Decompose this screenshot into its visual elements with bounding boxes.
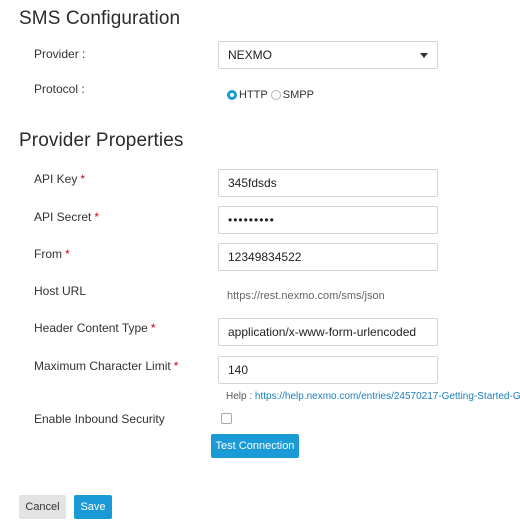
required-marker: * <box>150 321 156 335</box>
help-prefix: Help : <box>226 391 255 402</box>
api-key-label-text: API Key <box>34 172 78 186</box>
radio-smpp[interactable] <box>270 90 281 100</box>
radio-smpp-label: SMPP <box>282 89 314 101</box>
provider-select[interactable]: NEXMO <box>218 41 438 69</box>
chevron-down-icon <box>420 53 428 58</box>
cancel-button[interactable]: Cancel <box>19 495 66 519</box>
protocol-radio-group: HTTP SMPP <box>227 89 314 101</box>
api-key-label: API Key * <box>34 172 85 186</box>
from-label: From * <box>34 247 70 261</box>
required-marker: * <box>173 359 179 373</box>
help-text: Help : https://help.nexmo.com/entries/24… <box>226 391 520 402</box>
from-label-text: From <box>34 247 62 261</box>
protocol-label: Protocol : <box>34 82 85 96</box>
host-url-value: https://rest.nexmo.com/sms/json <box>227 290 385 302</box>
header-content-type-input[interactable] <box>218 318 438 346</box>
provider-properties-title: Provider Properties <box>19 130 184 151</box>
required-marker: * <box>80 172 86 186</box>
header-content-type-label: Header Content Type * <box>34 321 156 335</box>
test-connection-button[interactable]: Test Connection <box>211 434 299 458</box>
provider-label: Provider : <box>34 47 86 61</box>
api-secret-label-text: API Secret <box>34 210 92 224</box>
api-key-input[interactable] <box>218 169 438 197</box>
enable-inbound-security-label: Enable Inbound Security <box>34 412 165 426</box>
max-char-limit-label: Maximum Character Limit * <box>34 359 178 373</box>
header-content-type-label-text: Header Content Type <box>34 321 148 335</box>
api-secret-input[interactable] <box>218 206 438 234</box>
from-input[interactable] <box>218 243 438 271</box>
max-char-limit-label-text: Maximum Character Limit <box>34 359 171 373</box>
sms-configuration-title: SMS Configuration <box>19 8 181 29</box>
provider-select-value: NEXMO <box>228 48 273 62</box>
enable-inbound-security-checkbox[interactable] <box>221 413 232 424</box>
help-link[interactable]: https://help.nexmo.com/entries/24570217-… <box>255 391 520 402</box>
host-url-label: Host URL <box>34 284 87 298</box>
save-button[interactable]: Save <box>74 495 112 519</box>
radio-http[interactable] <box>227 90 237 100</box>
required-marker: * <box>94 210 100 224</box>
max-char-limit-input[interactable] <box>218 356 438 384</box>
radio-http-label: HTTP <box>239 89 268 101</box>
api-secret-label: API Secret * <box>34 210 99 224</box>
required-marker: * <box>65 247 70 261</box>
